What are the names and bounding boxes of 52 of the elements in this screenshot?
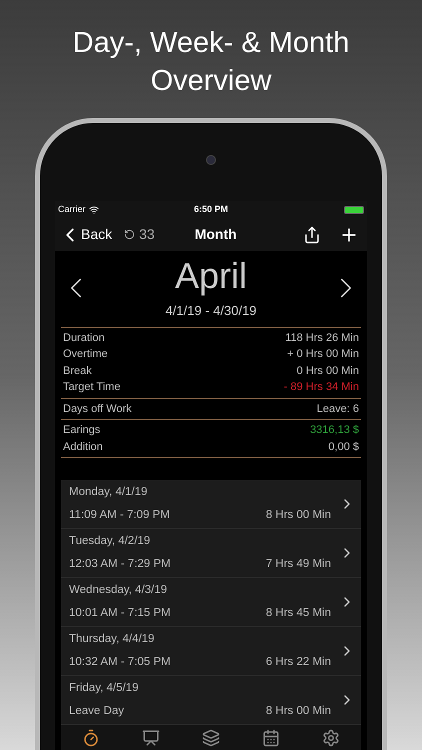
- stat-label: Days off Work: [63, 402, 132, 416]
- day-duration: 8 Hrs 00 Min: [266, 508, 331, 523]
- stat-label: Duration: [63, 330, 105, 346]
- status-time: 6:50 PM: [194, 202, 228, 216]
- day-duration: 6 Hrs 22 Min: [266, 655, 331, 670]
- stat-label: Earings: [63, 423, 100, 438]
- undo-icon: [124, 229, 136, 240]
- stat-value: 0 Hrs 00 Min: [296, 364, 359, 378]
- chart-tab-icon[interactable]: [142, 729, 160, 747]
- settings-tab-icon[interactable]: [322, 729, 340, 747]
- wifi-icon: [88, 204, 99, 214]
- counter-label: 33: [139, 225, 155, 244]
- day-time: 11:09 AM - 7:09 PM: [69, 508, 170, 523]
- stat-label: Addition: [63, 440, 103, 454]
- day-date: Tuesday, 4/2/19: [69, 534, 152, 549]
- day-time: 10:01 AM - 7:15 PM: [69, 606, 171, 621]
- day-duration: 8 Hrs 45 Min: [266, 606, 331, 621]
- day-row[interactable]: Thursday, 4/4/19 10:32 AM - 7:05 PM 6 Hrs 22 Min: [61, 627, 361, 676]
- battery-icon: [344, 206, 364, 214]
- nav-title: Month: [194, 225, 237, 244]
- share-icon[interactable]: [303, 226, 321, 244]
- stat-value: - 89 Hrs 34 Min: [284, 380, 359, 395]
- day-time: Leave Day: [69, 704, 124, 719]
- day-date: Thursday, 4/4/19: [69, 632, 156, 647]
- headline: Overview: [150, 64, 272, 99]
- day-row[interactable]: Tuesday, 4/2/19 12:03 AM - 7:29 PM 7 Hrs 49 Min: [61, 529, 361, 578]
- day-row[interactable]: Wednesday, 4/3/19 10:01 AM - 7:15 PM 8 Hrs 45 Min: [61, 578, 361, 627]
- headline: Day-, Week- & Month: [72, 26, 350, 61]
- stat-value: 0,00 $: [328, 440, 359, 454]
- day-date: Monday, 4/1/19: [69, 484, 148, 500]
- stat-label: Target Time: [63, 380, 120, 395]
- day-date: Wednesday, 4/3/19: [69, 582, 168, 598]
- day-duration: 7 Hrs 49 Min: [266, 557, 331, 572]
- stat-value: + 0 Hrs 00 Min: [287, 347, 359, 362]
- day-duration: 8 Hrs 00 Min: [266, 704, 331, 719]
- stat-value: Leave: 6: [316, 402, 359, 416]
- stat-value: 3316,13 $: [310, 423, 359, 438]
- carrier-label: Carrier: [58, 202, 86, 216]
- stat-label: Overtime: [63, 347, 108, 362]
- day-row[interactable]: Monday, 4/1/19 11:09 AM - 7:09 PM 8 Hrs 00 Min: [61, 480, 361, 529]
- stat-value: 118 Hrs 26 Min: [285, 330, 359, 346]
- back-button[interactable]: Back: [59, 224, 112, 246]
- timer-tab-icon[interactable]: [82, 729, 100, 747]
- day-time: 12:03 AM - 7:29 PM: [69, 557, 171, 572]
- camera-icon: [206, 155, 216, 165]
- stat-label: Break: [63, 364, 92, 378]
- date-range: 4/1/19 - 4/30/19: [165, 302, 257, 320]
- day-time: 10:32 AM - 7:05 PM: [69, 655, 171, 670]
- calendar-tab-icon[interactable]: [262, 729, 280, 747]
- month-title: April: [174, 255, 247, 297]
- layers-tab-icon[interactable]: [202, 729, 220, 747]
- day-date: Friday, 4/5/19: [69, 680, 140, 696]
